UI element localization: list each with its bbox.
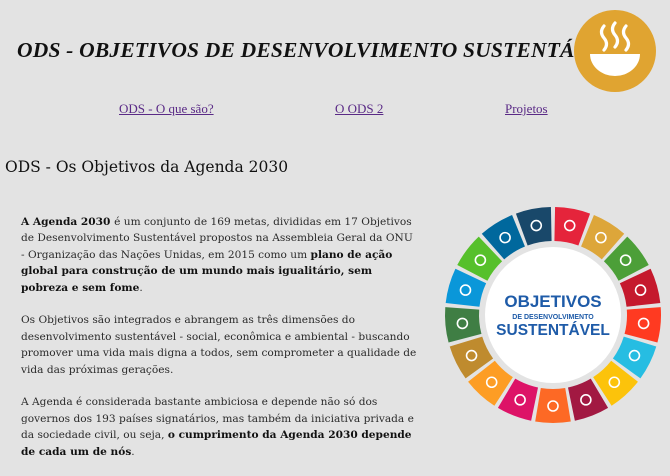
wheel-line1: OBJETIVOS	[504, 292, 601, 311]
ods-wheel-image: OBJETIVOS DE DESENVOLVIMENTO SUSTENTÁVEL	[445, 207, 661, 423]
site-title: ODS - OBJETIVOS DE DESENVOLVIMENTO SUSTE…	[17, 38, 617, 62]
ods-goal-segment	[445, 307, 482, 343]
nav-link-projetos[interactable]: Projetos	[505, 101, 548, 117]
paragraph-text: .	[139, 281, 143, 294]
paragraph-text: .	[131, 445, 135, 458]
paragraph-ambition: A Agenda é considerada bastante ambicios…	[21, 394, 417, 460]
ods-goal-segment	[535, 387, 571, 423]
article-body: A Agenda 2030 é um conjunto de 169 metas…	[21, 214, 417, 476]
wheel-line2: DE DESENVOLVIMENTO	[512, 314, 594, 321]
paragraph-bold: A Agenda 2030	[21, 216, 115, 228]
nav-link-o-ods-2[interactable]: O ODS 2	[335, 101, 383, 117]
paragraph-text: Os Objetivos são integrados e abrangem a…	[21, 314, 417, 376]
paragraph-dimensions: Os Objetivos são integrados e abrangem a…	[21, 312, 417, 378]
bowl-icon	[590, 21, 640, 76]
nav-link-ods-o-que-sao[interactable]: ODS - O que são?	[119, 101, 214, 117]
ods-goal-segment	[624, 307, 661, 343]
paragraph-agenda: A Agenda 2030 é um conjunto de 169 metas…	[21, 214, 417, 296]
section-title: ODS - Os Objetivos da Agenda 2030	[5, 158, 289, 176]
logo	[574, 10, 656, 92]
wheel-line3: SUSTENTÁVEL	[496, 322, 610, 339]
